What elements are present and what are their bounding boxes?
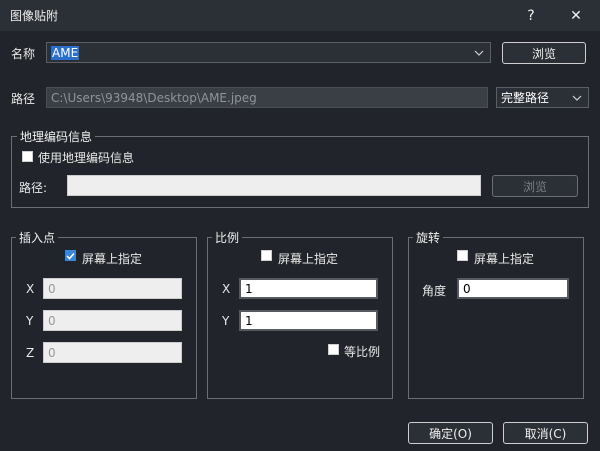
geo-group (11, 136, 589, 208)
scale-onscreen-label: 屏幕上指定 (278, 252, 339, 266)
insert-y-label: Y (26, 314, 34, 328)
scale-y-field[interactable]: 1 (239, 310, 378, 331)
close-icon: ✕ (570, 7, 582, 24)
help-icon: ? (527, 7, 535, 24)
geo-legend: 地理编码信息 (17, 128, 96, 145)
scale-y-label: Y (222, 314, 230, 328)
help-button[interactable]: ? (510, 0, 552, 31)
rotation-onscreen-checkbox[interactable] (457, 250, 468, 261)
geo-path-field (67, 175, 481, 196)
insert-point-legend: 插入点 (16, 229, 59, 246)
name-browse-button[interactable]: 浏览 (502, 42, 586, 64)
insert-x-label: X (26, 282, 35, 296)
close-button[interactable]: ✕ (555, 0, 597, 31)
chevron-down-icon (474, 50, 484, 56)
path-mode-select[interactable]: 完整路径 (496, 87, 589, 108)
name-label: 名称 (11, 47, 36, 61)
scale-x-field[interactable]: 1 (239, 278, 378, 299)
geo-path-label: 路径: (19, 181, 48, 195)
scale-legend: 比例 (212, 229, 243, 246)
geo-checkbox[interactable] (22, 151, 33, 162)
cancel-button[interactable]: 取消(C) (503, 422, 588, 444)
rotation-legend: 旋转 (413, 229, 444, 246)
rotation-onscreen-label: 屏幕上指定 (474, 252, 535, 266)
insert-z-label: Z (26, 346, 35, 360)
name-combobox[interactable]: AME (46, 42, 491, 63)
uniform-scale-label: 等比例 (344, 345, 381, 359)
insert-onscreen-checkbox[interactable] (65, 250, 76, 261)
scale-onscreen-checkbox[interactable] (261, 250, 272, 261)
window-title: 图像贴附 (10, 9, 59, 23)
geo-browse-button: 浏览 (492, 175, 578, 197)
path-field: C:\Users\93948\Desktop\AME.jpeg (46, 87, 488, 108)
insert-z-field: 0 (43, 342, 182, 363)
ok-button[interactable]: 确定(O) (408, 422, 493, 444)
checkmark-icon (66, 252, 75, 260)
insert-x-field: 0 (43, 278, 182, 299)
uniform-scale-checkbox[interactable] (328, 344, 339, 355)
geo-checkbox-label: 使用地理编码信息 (38, 151, 135, 165)
angle-label: 角度 (422, 284, 447, 298)
angle-field[interactable]: 0 (457, 278, 569, 299)
chevron-down-icon (572, 95, 582, 101)
name-value: AME (51, 45, 80, 60)
path-label: 路径 (11, 92, 36, 106)
scale-x-label: X (222, 282, 231, 296)
insert-y-field: 0 (43, 310, 182, 331)
insert-onscreen-label: 屏幕上指定 (82, 252, 143, 266)
path-mode-value: 完整路径 (501, 91, 550, 105)
